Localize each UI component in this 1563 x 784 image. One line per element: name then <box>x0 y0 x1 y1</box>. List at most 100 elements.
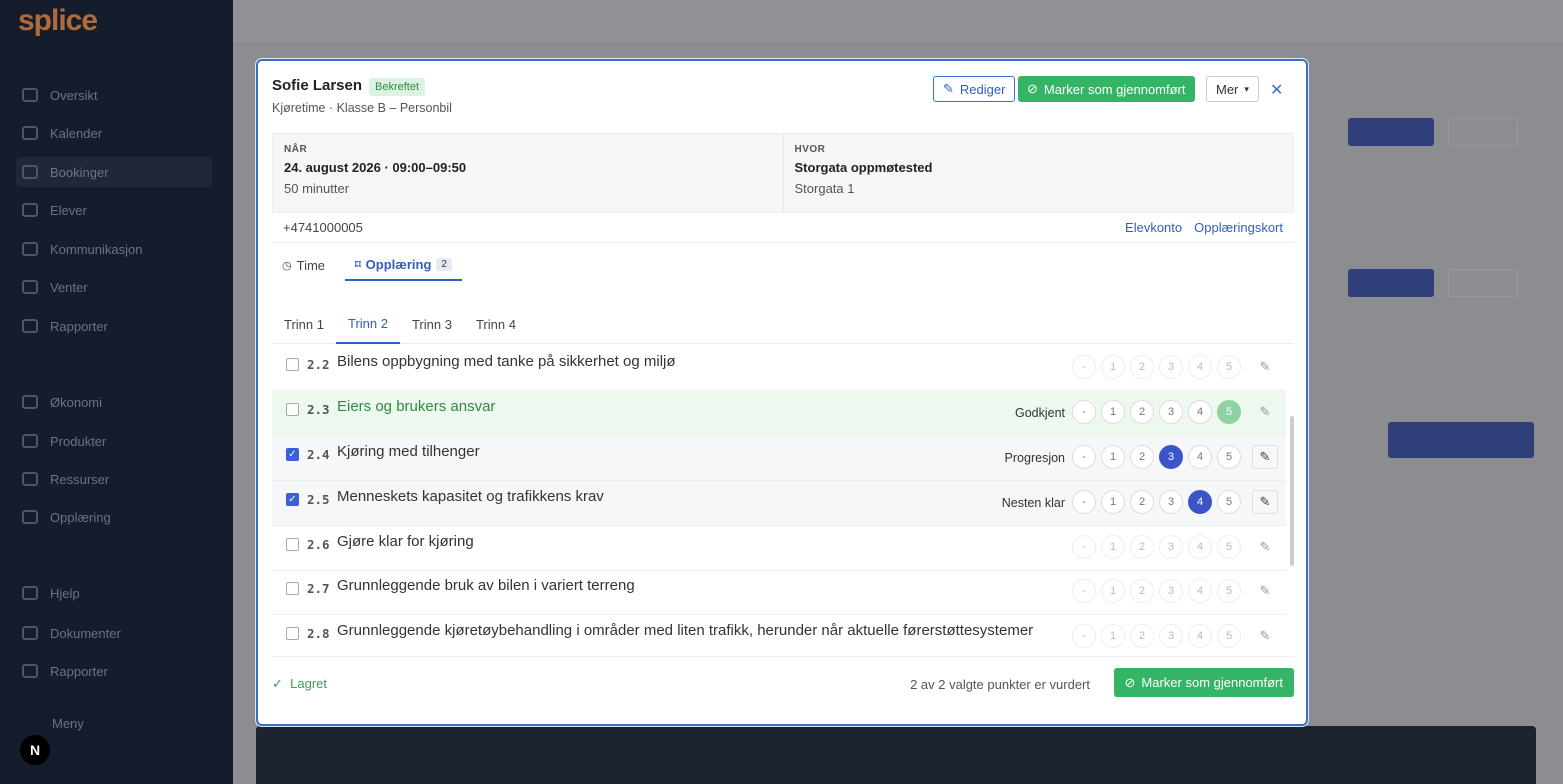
phone-number[interactable]: +4741000005 <box>283 220 363 235</box>
step-tab-3[interactable]: Trinn 3 <box>400 304 464 344</box>
item-number: 2.5 <box>307 492 330 507</box>
rating-button[interactable]: 4 <box>1188 535 1212 559</box>
sidebar-item[interactable]: Elever <box>22 195 218 225</box>
rating-button[interactable]: 3 <box>1159 579 1183 603</box>
rating-button[interactable]: 2 <box>1130 624 1154 648</box>
sidebar-item[interactable]: Dokumenter <box>22 618 218 648</box>
mark-done-button[interactable]: ⊘ Marker som gjennomført <box>1018 76 1195 102</box>
step-tab-4[interactable]: Trinn 4 <box>464 304 528 344</box>
sidebar-item[interactable]: Økonomi <box>22 387 218 417</box>
mark-done-footer-button[interactable]: ⊘ Marker som gjennomført <box>1113 668 1294 697</box>
sidebar-item[interactable]: Kommunikasjon <box>22 234 218 264</box>
rating-button[interactable]: 1 <box>1101 445 1125 469</box>
tab-label: Time <box>296 257 326 273</box>
rating-button[interactable]: 1 <box>1101 624 1125 648</box>
tab-label: Opplæring <box>365 256 432 272</box>
rating-button[interactable]: 2 <box>1130 445 1154 469</box>
rating-button[interactable]: - <box>1072 624 1096 648</box>
sidebar-item-active[interactable]: Bookinger <box>16 157 212 187</box>
item-checkbox[interactable]: ✓ <box>286 448 299 461</box>
rating-button[interactable]: 4 <box>1188 624 1212 648</box>
rating-button[interactable]: 2 <box>1130 535 1154 559</box>
item-checkbox[interactable] <box>286 538 299 551</box>
rating-button[interactable]: - <box>1072 355 1096 379</box>
logo: splice <box>18 4 98 37</box>
item-checkbox[interactable] <box>286 358 299 371</box>
rating-button[interactable]: 1 <box>1101 535 1125 559</box>
sidebar-item[interactable]: Produkter <box>22 426 218 456</box>
rating-button[interactable]: 5 <box>1217 400 1241 424</box>
edit-note-icon[interactable]: ✎ <box>1252 355 1278 379</box>
booking-info: NÅR 24. august 2026 · 09:00–09:50 50 min… <box>272 133 1294 213</box>
sidebar-item[interactable]: Meny <box>52 708 248 738</box>
sidebar-item-label: Økonomi <box>50 394 103 410</box>
rating-button[interactable]: 3 <box>1159 535 1183 559</box>
rating-buttons: -12345 <box>1072 535 1241 559</box>
sidebar-item[interactable]: Venter <box>22 272 218 302</box>
rating-button[interactable]: 2 <box>1130 355 1154 379</box>
student-account-link[interactable]: Elevkonto <box>1125 220 1182 235</box>
more-dropdown[interactable]: Mer ▾ <box>1206 76 1259 102</box>
rating-button[interactable]: 2 <box>1130 490 1154 514</box>
rating-button[interactable]: 4 <box>1188 445 1212 469</box>
rating-button[interactable]: 2 <box>1130 579 1154 603</box>
rating-button[interactable]: 4 <box>1188 355 1212 379</box>
sidebar-item[interactable]: Kalender <box>22 118 218 148</box>
rating-button[interactable]: 1 <box>1101 355 1125 379</box>
rating-button[interactable]: 5 <box>1217 535 1241 559</box>
tab-time[interactable]: ◷ Time <box>272 249 335 281</box>
rating-button[interactable]: - <box>1072 579 1096 603</box>
more-label: Mer <box>1216 81 1239 97</box>
rating-button[interactable]: 5 <box>1217 445 1241 469</box>
sidebar-item[interactable]: Hjelp <box>22 578 218 608</box>
rating-button[interactable]: 4 <box>1188 490 1212 514</box>
edit-note-icon[interactable]: ✎ <box>1252 490 1278 514</box>
training-card-link[interactable]: Opplæringskort <box>1194 220 1283 235</box>
rating-button[interactable]: 3 <box>1159 624 1183 648</box>
rating-buttons: -12345 <box>1072 445 1241 469</box>
sidebar-item[interactable]: Oversikt <box>22 80 218 110</box>
rating-button[interactable]: 3 <box>1159 490 1183 514</box>
rating-button[interactable]: 5 <box>1217 355 1241 379</box>
edit-note-icon[interactable]: ✎ <box>1252 400 1278 424</box>
scrollbar[interactable] <box>1290 416 1294 566</box>
edit-note-icon[interactable]: ✎ <box>1252 445 1278 469</box>
nav-icon <box>22 510 38 524</box>
rating-button[interactable]: - <box>1072 445 1096 469</box>
rating-button[interactable]: - <box>1072 535 1096 559</box>
sidebar: splice Oversikt Kalender Bookinger Eleve… <box>0 0 233 784</box>
item-checkbox[interactable]: ✓ <box>286 493 299 506</box>
edit-note-icon[interactable]: ✎ <box>1252 535 1278 559</box>
rating-button[interactable]: 4 <box>1188 400 1212 424</box>
rating-buttons: -12345 <box>1072 355 1241 379</box>
rating-button[interactable]: 3 <box>1159 445 1183 469</box>
item-checkbox[interactable] <box>286 627 299 640</box>
rating-button[interactable]: 3 <box>1159 355 1183 379</box>
user-avatar[interactable]: N <box>20 735 50 765</box>
rating-button[interactable]: 4 <box>1188 579 1212 603</box>
close-icon[interactable]: ✕ <box>1270 80 1283 100</box>
rating-button[interactable]: 1 <box>1101 400 1125 424</box>
rating-button[interactable]: 3 <box>1159 400 1183 424</box>
sidebar-item[interactable]: Rapporter <box>22 656 218 686</box>
edit-note-icon[interactable]: ✎ <box>1252 579 1278 603</box>
item-checkbox[interactable] <box>286 403 299 416</box>
sidebar-item-label: Kommunikasjon <box>50 241 143 257</box>
sidebar-item[interactable]: Opplæring <box>22 502 218 532</box>
sidebar-item[interactable]: Rapporter <box>22 311 218 341</box>
rating-button[interactable]: 2 <box>1130 400 1154 424</box>
rating-button[interactable]: 5 <box>1217 490 1241 514</box>
rating-button[interactable]: 5 <box>1217 579 1241 603</box>
rating-button[interactable]: - <box>1072 490 1096 514</box>
edit-button[interactable]: ✎ Rediger <box>933 76 1016 102</box>
rating-button[interactable]: 1 <box>1101 490 1125 514</box>
step-tab-2[interactable]: Trinn 2 <box>335 304 400 344</box>
item-checkbox[interactable] <box>286 582 299 595</box>
rating-button[interactable]: 5 <box>1217 624 1241 648</box>
edit-note-icon[interactable]: ✎ <box>1252 624 1278 648</box>
rating-button[interactable]: - <box>1072 400 1096 424</box>
sidebar-item[interactable]: Ressurser <box>22 464 218 494</box>
rating-button[interactable]: 1 <box>1101 579 1125 603</box>
tab-training[interactable]: ⌑ Opplæring 2 <box>345 249 462 281</box>
step-tab-1[interactable]: Trinn 1 <box>272 304 336 344</box>
